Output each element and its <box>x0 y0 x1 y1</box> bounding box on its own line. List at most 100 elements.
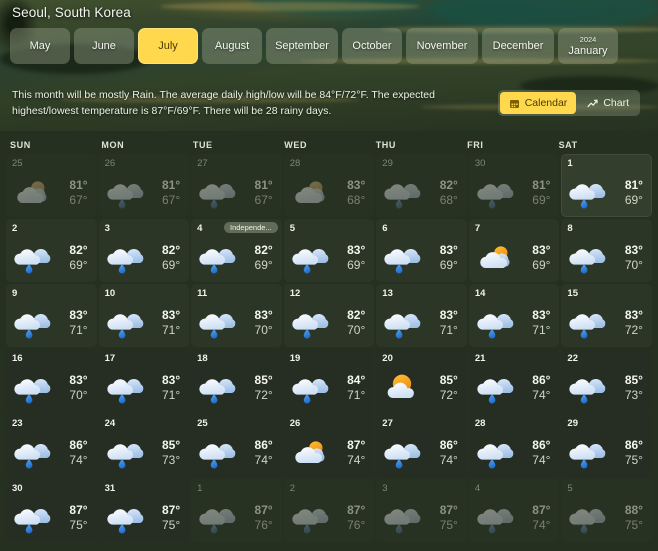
calendar-day-cell[interactable]: 26 87° 74° <box>283 414 375 477</box>
month-tab-october[interactable]: October <box>342 28 402 64</box>
calendar-day-cell[interactable]: 20 85° 72° <box>376 349 467 412</box>
calendar-day-cell[interactable]: 30 87° 75° <box>6 479 97 542</box>
day-temperatures: 83° 71° <box>147 373 184 403</box>
temp-high: 85° <box>439 372 458 387</box>
month-tab-august[interactable]: August <box>202 28 262 64</box>
calendar-day-cell[interactable]: 5 88° 75° <box>561 479 652 542</box>
calendar-day-cell[interactable]: 29 86° 75° <box>561 414 652 477</box>
calendar-day-cell[interactable]: 11 83° 70° <box>191 284 282 347</box>
calendar-day-cell[interactable]: 27 81° 67° <box>191 154 282 217</box>
temp-low: 74° <box>347 452 366 467</box>
calendar-day-cell[interactable]: 18 85° 72° <box>191 349 282 412</box>
calendar-day-cell[interactable]: 3 82° 69° <box>98 219 190 282</box>
day-temperatures: 87° 75° <box>424 503 461 533</box>
day-number: 2 <box>289 483 295 494</box>
calendar-day-cell[interactable]: 29 82° 68° <box>376 154 467 217</box>
month-tab-december[interactable]: December <box>482 28 554 64</box>
calendar-day-cell[interactable]: 6 83° 69° <box>376 219 467 282</box>
calendar-day-cell[interactable]: 1 81° 69° <box>561 154 652 217</box>
rain-cloud-icon <box>14 313 51 338</box>
day-temperatures: 87° 75° <box>147 503 184 533</box>
calendar-day-cell[interactable]: 17 83° 71° <box>98 349 190 412</box>
calendar-day-cell[interactable]: 3 87° 75° <box>376 479 467 542</box>
temp-high: 87° <box>69 502 88 517</box>
temp-high: 86° <box>439 437 458 452</box>
calendar-day-cell[interactable]: 19 84° 71° <box>283 349 375 412</box>
day-forecast: 86° 74° <box>382 430 461 474</box>
calendar-day-cell[interactable]: 1 87° 76° <box>191 479 282 542</box>
holiday-badge[interactable]: Independe... <box>223 222 278 233</box>
month-tab-september[interactable]: September <box>266 28 338 64</box>
temp-high: 83° <box>254 307 273 322</box>
calendar-day-cell[interactable]: 13 83° 71° <box>376 284 467 347</box>
month-tab-november[interactable]: November <box>406 28 478 64</box>
calendar-day-cell[interactable]: 2 87° 76° <box>283 479 375 542</box>
calendar-day-cell[interactable]: 21 86° 74° <box>468 349 560 412</box>
rain-cloud-icon <box>106 443 143 468</box>
day-forecast: 87° 76° <box>290 495 369 539</box>
day-forecast: 81° 67° <box>197 170 276 214</box>
calendar-day-cell[interactable]: 5 83° 69° <box>283 219 375 282</box>
calendar-day-cell[interactable]: 10 83° 71° <box>98 284 190 347</box>
calendar-day-cell[interactable]: 2 82° 69° <box>6 219 97 282</box>
weekday-header-mon: MON <box>101 140 125 150</box>
calendar-day-cell[interactable]: 12 82° 70° <box>283 284 375 347</box>
day-temperatures: 86° 75° <box>609 438 646 468</box>
calendar-day-cell[interactable]: 7 83° 69° <box>468 219 560 282</box>
calendar-day-cell[interactable]: 24 85° 73° <box>98 414 190 477</box>
day-temperatures: 83° 69° <box>517 243 554 273</box>
month-tab-label: October <box>352 40 392 52</box>
month-tab-january[interactable]: 2024 January <box>558 28 618 64</box>
calendar-day-cell[interactable]: 30 81° 69° <box>468 154 560 217</box>
temp-low: 72° <box>624 322 643 337</box>
rain-cloud-icon <box>477 508 514 533</box>
day-number: 26 <box>289 418 301 429</box>
day-forecast: 83° 70° <box>567 235 646 279</box>
rain-cloud-icon <box>292 248 329 273</box>
calendar-day-cell[interactable]: 28 86° 74° <box>468 414 560 477</box>
month-tab-july[interactable]: July <box>138 28 198 64</box>
calendar-day-cell[interactable]: 25 86° 74° <box>191 414 282 477</box>
day-temperatures: 83° 71° <box>517 308 554 338</box>
temp-low: 69° <box>532 192 551 207</box>
calendar-day-cell[interactable]: 4 87° 74° <box>468 479 560 542</box>
day-number: 10 <box>104 288 116 299</box>
calendar-week-row: 23 86° 74° 24 85° 73° 25 86° 74° 26 87° 74° 27 86° 74°… <box>6 414 652 477</box>
rain-cloud-icon <box>292 313 329 338</box>
day-number: 21 <box>474 353 486 364</box>
calendar-day-cell[interactable]: 23 86° 74° <box>6 414 97 477</box>
calendar-day-cell[interactable]: 15 83° 72° <box>561 284 652 347</box>
calendar-day-cell[interactable]: 27 86° 74° <box>376 414 467 477</box>
temp-high: 86° <box>624 437 643 452</box>
temp-low: 74° <box>254 452 273 467</box>
calendar-day-cell[interactable]: 25 81° 67° <box>6 154 97 217</box>
calendar-day-cell[interactable]: 14 83° 71° <box>468 284 560 347</box>
calendar-day-cell[interactable]: 4 Independe... 82° 69° <box>191 219 282 282</box>
month-tab-label: August <box>214 40 250 52</box>
calendar-day-cell[interactable]: 22 85° 73° <box>561 349 652 412</box>
calendar-day-cell[interactable]: 16 83° 70° <box>6 349 97 412</box>
month-tab-june[interactable]: June <box>74 28 134 64</box>
month-tab-may[interactable]: May <box>10 28 70 64</box>
calendar-day-cell[interactable]: 28 83° 68° <box>283 154 375 217</box>
calendar-day-cell[interactable]: 8 83° 70° <box>561 219 652 282</box>
calendar-day-cell[interactable]: 9 83° 71° <box>6 284 97 347</box>
view-button-calendar[interactable]: Calendar <box>499 92 577 114</box>
temp-low: 74° <box>532 517 551 532</box>
temp-high: 82° <box>439 177 458 192</box>
day-temperatures: 83° 71° <box>54 308 91 338</box>
calendar-day-cell[interactable]: 26 81° 67° <box>98 154 190 217</box>
day-number: 26 <box>104 158 116 169</box>
view-button-chart[interactable]: Chart <box>578 92 638 114</box>
weekday-header-sat: SAT <box>558 140 578 150</box>
rain-cloud-icon <box>569 183 606 208</box>
temp-low: 72° <box>254 387 273 402</box>
rain-cloud-icon <box>384 248 421 273</box>
rain-cloud-icon <box>569 508 606 533</box>
temp-low: 70° <box>624 257 643 272</box>
calendar-day-cell[interactable]: 31 87° 75° <box>98 479 190 542</box>
day-forecast: 83° 71° <box>105 300 184 344</box>
temp-high: 82° <box>161 242 181 257</box>
sun-behind-cloud-icon <box>294 440 325 463</box>
temp-low: 69° <box>439 257 458 272</box>
